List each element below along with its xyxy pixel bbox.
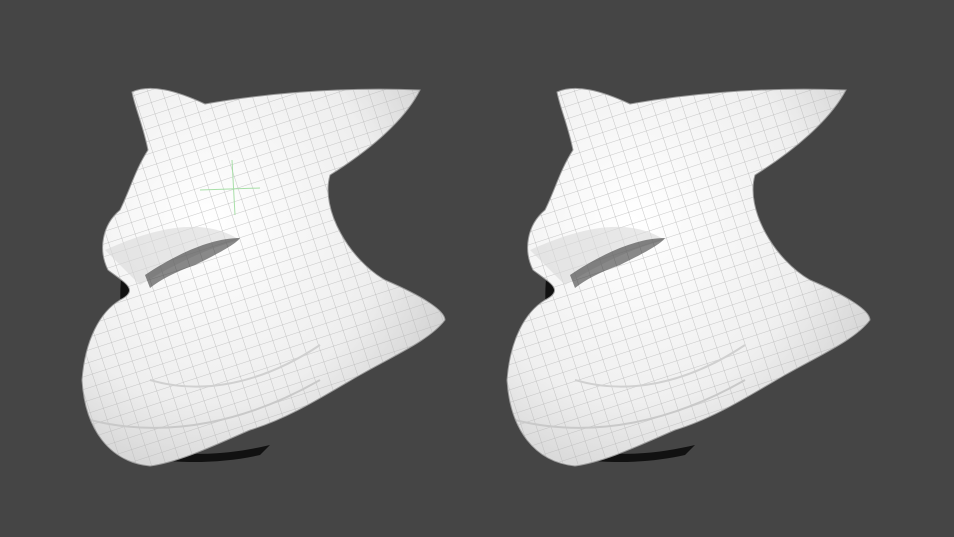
viewport-canvas[interactable] xyxy=(0,0,954,537)
3d-viewport[interactable] xyxy=(0,0,954,537)
left-model-wireframe xyxy=(82,88,445,466)
right-model[interactable] xyxy=(485,60,905,490)
right-model-wireframe xyxy=(507,88,870,466)
left-model[interactable] xyxy=(60,60,480,490)
